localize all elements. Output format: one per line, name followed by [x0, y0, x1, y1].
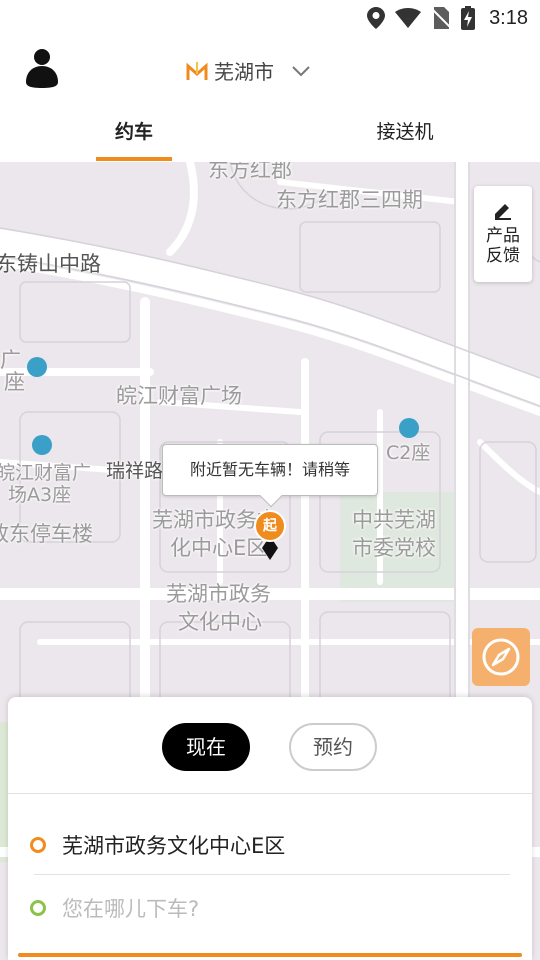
booking-panel: 现在 预约 芜湖市政务文化中心E区 您在哪儿下车?	[8, 697, 532, 960]
start-address: 芜湖市政务文化中心E区	[62, 834, 286, 858]
map-label: 场A3座	[8, 484, 72, 506]
person-icon[interactable]	[24, 48, 60, 88]
active-tab-indicator	[96, 157, 172, 161]
chevron-down-icon	[292, 65, 310, 76]
map-label: 东铸山中路	[0, 252, 101, 276]
divider	[34, 874, 510, 875]
battery-charging-icon	[461, 6, 476, 30]
location-icon	[367, 7, 386, 29]
tooltip-text: 附近暂无车辆！请稍等	[189, 460, 350, 479]
feedback-label: 产品反馈	[486, 226, 520, 266]
wifi-icon	[395, 8, 422, 28]
map-label: 瑞祥路	[106, 460, 164, 482]
map-label: 市委党校	[352, 536, 436, 560]
start-address-row[interactable]: 芜湖市政务文化中心E区	[30, 823, 510, 867]
status-bar: 3:18	[0, 0, 540, 36]
metro-logo-icon	[186, 61, 208, 80]
start-dot-icon	[30, 837, 46, 853]
compass-icon	[482, 638, 520, 676]
map-label: 座	[4, 370, 25, 394]
destination-input[interactable]: 您在哪儿下车?	[30, 886, 510, 930]
map-label: 文化中心	[178, 610, 262, 634]
map-label: 中共芜湖	[352, 508, 436, 532]
destination-dot-icon	[30, 900, 46, 916]
pencil-icon	[495, 204, 511, 220]
map-label: 东方红郡三四期	[276, 188, 423, 212]
start-pin-label: 起	[254, 510, 286, 542]
no-sim-icon	[431, 7, 452, 29]
tab-bar: 约车 接送机	[0, 108, 540, 162]
locate-button[interactable]	[472, 628, 530, 686]
no-vehicle-tooltip: 附近暂无车辆！请稍等	[162, 444, 378, 508]
map-label: C2座	[386, 442, 431, 464]
city-selector[interactable]: 芜湖市	[186, 56, 312, 85]
destination-placeholder: 您在哪儿下车?	[62, 897, 200, 921]
header: 芜湖市	[0, 40, 540, 100]
feedback-button[interactable]: 产品反馈	[474, 186, 532, 282]
mode-reserve-button[interactable]: 预约	[289, 723, 377, 771]
start-pin: 起	[254, 510, 286, 562]
tab-airport-transfer[interactable]: 接送机	[360, 108, 450, 162]
map-label: 化中心E区	[170, 536, 268, 560]
map-label: 皖江财富广场	[116, 384, 242, 408]
mode-now-button[interactable]: 现在	[162, 723, 250, 771]
map-label: 芜湖市政务	[166, 582, 271, 606]
tab-booking[interactable]: 约车	[96, 108, 172, 162]
city-name: 芜湖市	[214, 60, 274, 84]
clock: 3:18	[489, 6, 528, 29]
map-label: 政东停车楼	[0, 522, 93, 546]
map-label: 东方红郡	[208, 162, 292, 182]
divider	[8, 793, 532, 794]
accent-bar	[18, 953, 522, 957]
